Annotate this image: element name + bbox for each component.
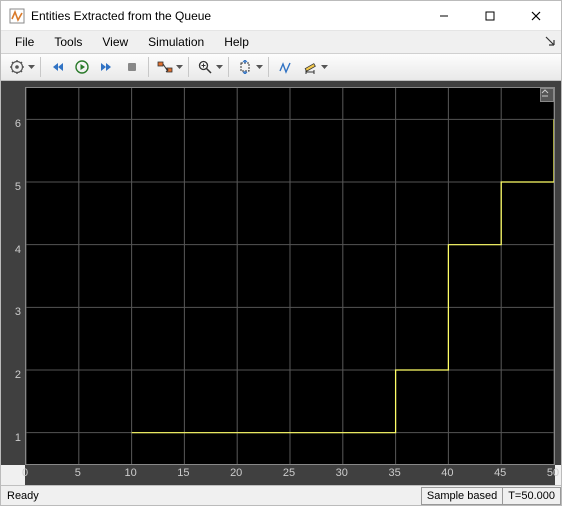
maximize-button[interactable] <box>467 1 513 31</box>
triggers-button[interactable] <box>273 56 297 78</box>
x-axis: 05101520253035404550 <box>25 465 555 485</box>
autoscale-button[interactable] <box>233 56 257 78</box>
x-tick: 20 <box>230 467 242 479</box>
autoscale-dropdown[interactable] <box>255 65 264 70</box>
measurements-dropdown[interactable] <box>320 65 329 70</box>
close-button[interactable] <box>513 1 559 31</box>
menu-simulation[interactable]: Simulation <box>138 33 214 51</box>
maximize-axes-icon[interactable] <box>540 88 554 102</box>
configure-button[interactable] <box>5 56 29 78</box>
x-tick: 5 <box>75 467 81 479</box>
run-button[interactable] <box>70 56 94 78</box>
separator <box>148 57 149 77</box>
statusbar: Ready Sample based T=50.000 <box>1 485 561 505</box>
separator <box>228 57 229 77</box>
x-tick: 25 <box>283 467 295 479</box>
x-tick: 40 <box>441 467 453 479</box>
x-tick: 15 <box>177 467 189 479</box>
menu-view[interactable]: View <box>92 33 138 51</box>
zoom-button[interactable] <box>193 56 217 78</box>
titlebar: Entities Extracted from the Queue <box>1 1 561 31</box>
y-tick: 3 <box>15 306 21 318</box>
y-tick: 6 <box>15 118 21 130</box>
plot-container: 1 2 3 4 5 6 <box>1 81 561 465</box>
y-tick: 4 <box>15 244 21 256</box>
toolbar <box>1 53 561 81</box>
stop-button[interactable] <box>120 56 144 78</box>
x-tick: 50 <box>547 467 559 479</box>
x-tick: 30 <box>336 467 348 479</box>
menu-help[interactable]: Help <box>214 33 259 51</box>
status-time: T=50.000 <box>502 487 561 505</box>
y-tick: 5 <box>15 181 21 193</box>
x-tick: 10 <box>124 467 136 479</box>
configure-dropdown[interactable] <box>27 65 36 70</box>
separator <box>40 57 41 77</box>
plot-area[interactable] <box>25 87 555 465</box>
y-axis: 1 2 3 4 5 6 <box>1 87 25 465</box>
status-mode: Sample based <box>421 487 503 505</box>
separator <box>268 57 269 77</box>
menu-file[interactable]: File <box>5 33 44 51</box>
dock-icon[interactable] <box>545 35 555 49</box>
highlight-block-button[interactable] <box>153 56 177 78</box>
window-title: Entities Extracted from the Queue <box>31 9 421 23</box>
step-forward-button[interactable] <box>95 56 119 78</box>
x-tick: 0 <box>22 467 28 479</box>
x-tick: 45 <box>494 467 506 479</box>
separator <box>188 57 189 77</box>
x-tick: 35 <box>388 467 400 479</box>
measurements-button[interactable] <box>298 56 322 78</box>
menubar: File Tools View Simulation Help <box>1 31 561 53</box>
menu-tools[interactable]: Tools <box>44 33 92 51</box>
minimize-button[interactable] <box>421 1 467 31</box>
zoom-dropdown[interactable] <box>215 65 224 70</box>
step-back-button[interactable] <box>45 56 69 78</box>
highlight-dropdown[interactable] <box>175 65 184 70</box>
app-icon <box>9 8 25 24</box>
y-tick: 1 <box>15 432 21 444</box>
y-tick: 2 <box>15 369 21 381</box>
status-ready: Ready <box>7 490 39 502</box>
